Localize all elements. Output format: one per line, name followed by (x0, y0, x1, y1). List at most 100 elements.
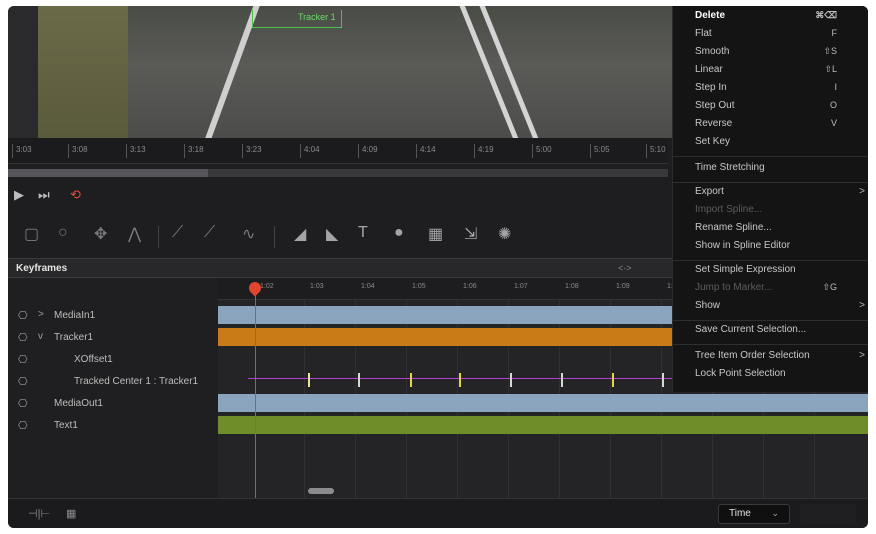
menu-shortcut: ⇧S (823, 46, 837, 56)
keyframe-marker[interactable] (459, 373, 461, 387)
lock-icon[interactable]: ⎔ (18, 397, 28, 410)
select-rect-icon[interactable]: ▢ (24, 224, 39, 244)
tree-item-xoffset1[interactable]: ⎔ XOffset1 (8, 350, 218, 370)
spline-tool-icon[interactable]: ⋀ (128, 224, 141, 244)
spreadsheet-icon[interactable]: ▦ (66, 507, 76, 520)
menu-item-label: Lock Point Selection (695, 368, 786, 379)
keyframes-title: Keyframes (16, 263, 68, 274)
menu-item-set-key[interactable]: Set Key (695, 136, 865, 152)
road-footage (38, 6, 678, 138)
keyframe-out-icon[interactable]: ⟋ (204, 224, 215, 242)
transport-controls: ▶ ⏭ ⟲ (8, 181, 668, 211)
tree-item-tracked-center[interactable]: ⎔ Tracked Center 1 : Tracker1 (8, 372, 218, 392)
menu-item-delete[interactable]: Delete ⌘⌫ (695, 10, 865, 26)
tree-item-mediaout1[interactable]: ⎔ MediaOut1 (8, 394, 218, 414)
ruler-tick: 5:05 (590, 144, 610, 158)
menu-item-time-stretching[interactable]: Time Stretching (695, 162, 865, 178)
keyframe-in-icon[interactable]: ⟋ (172, 224, 183, 242)
menu-item-tree-item-order[interactable]: Tree Item Order Selection > (695, 350, 865, 366)
menu-shortcut: ⇧L (824, 64, 837, 74)
keyframe-marker[interactable] (561, 373, 563, 387)
tree-item-tracker1[interactable]: ⎔ v Tracker1 (8, 328, 218, 348)
keyframe-marker[interactable] (308, 373, 310, 387)
keyframe-marker[interactable] (662, 373, 664, 387)
menu-item-export[interactable]: Export > (695, 186, 865, 202)
tree-item-mediain1[interactable]: ⎔ > MediaIn1 (8, 306, 218, 326)
chevron-right-icon[interactable]: > (38, 309, 44, 320)
tree-item-label: XOffset1 (74, 354, 113, 365)
lock-icon[interactable]: ⎔ (18, 419, 28, 432)
scale-icon[interactable]: ⇲ (464, 224, 477, 244)
menu-item-reverse[interactable]: Reverse V (695, 118, 865, 134)
menu-item-rename-spline[interactable]: Rename Spline... (695, 222, 865, 238)
value-field[interactable] (800, 504, 856, 524)
ruler-tick: 5:10 (646, 144, 666, 158)
menu-shortcut: F (831, 28, 838, 38)
flatten-icon[interactable]: ◢ (294, 224, 306, 244)
move-points-icon[interactable]: ✥ (94, 224, 107, 244)
timeline-tick: 1:08 (565, 283, 579, 290)
time-select-value: Time (729, 508, 751, 519)
menu-item-flat[interactable]: Flat F (695, 28, 865, 44)
toolbar-divider (158, 226, 159, 248)
submenu-arrow-icon: > (859, 300, 865, 311)
menu-separator (673, 182, 868, 183)
viewer-time-ruler[interactable]: 3:03 3:08 3:13 3:18 3:23 4:04 4:09 4:14 … (8, 138, 668, 164)
menu-item-set-simple-expression[interactable]: Set Simple Expression (695, 264, 865, 280)
keyframe-marker[interactable] (410, 373, 412, 387)
bottom-toolbar: ⊣|⊢ ▦ Time ⌄ (8, 498, 868, 528)
menu-item-label: Linear (695, 64, 723, 75)
skip-end-icon[interactable]: ⏭ (38, 187, 50, 203)
tracker-label: Tracker 1 (298, 12, 336, 22)
graph-icon[interactable]: ▦ (428, 224, 443, 244)
bar-mediaout1[interactable] (218, 394, 868, 412)
lock-icon[interactable]: ⎔ (18, 331, 28, 344)
circle-tool-icon[interactable]: ○ (58, 224, 68, 242)
menu-item-save-current-selection[interactable]: Save Current Selection... (695, 324, 865, 340)
menu-item-step-out[interactable]: Step Out O (695, 100, 865, 116)
menu-item-label: Set Simple Expression (695, 264, 796, 275)
chevron-down-icon[interactable]: v (38, 331, 43, 342)
keyframe-tree: ⎔ > MediaIn1 ⎔ v Tracker1 ⎔ XOffset1 ⎔ T… (8, 278, 218, 498)
time-mode-select[interactable]: Time ⌄ (718, 504, 790, 524)
menu-item-lock-point-selection[interactable]: Lock Point Selection (695, 368, 865, 384)
lock-icon[interactable]: ⎔ (18, 375, 28, 388)
menu-item-smooth[interactable]: Smooth ⇧S (695, 46, 865, 62)
tree-item-text1[interactable]: ⎔ Text1 (8, 416, 218, 436)
menu-item-label: Flat (695, 28, 712, 39)
timeline-tick: 1:06 (463, 283, 477, 290)
menu-item-step-in[interactable]: Step In I (695, 82, 865, 98)
menu-item-label: Import Spline... (695, 204, 763, 215)
submenu-arrow-icon: > (859, 186, 865, 197)
nav-arrows-icon[interactable]: <·> (618, 263, 632, 273)
bar-text1[interactable] (218, 416, 868, 434)
lock-icon[interactable]: ⎔ (18, 309, 28, 322)
text-tool-icon[interactable]: T (358, 224, 368, 242)
menu-shortcut: I (834, 82, 837, 92)
timeline-tick: 1:03 (310, 283, 324, 290)
tree-item-label: Tracker1 (54, 332, 94, 343)
ruler-tick: 3:13 (126, 144, 146, 158)
playhead-line[interactable] (255, 284, 256, 498)
lock-icon[interactable]: ⎔ (18, 353, 28, 366)
context-menu: Delete ⌘⌫ Flat F Smooth ⇧S Linear ⇧L Step In… (672, 6, 868, 392)
sun-icon[interactable]: ✺ (498, 224, 511, 244)
menu-item-linear[interactable]: Linear ⇧L (695, 64, 865, 80)
fit-width-icon[interactable]: ⊣|⊢ (28, 507, 50, 520)
loop-icon[interactable]: ⟲ (70, 187, 81, 203)
smooth-curve-icon[interactable]: ◣ (326, 224, 338, 244)
timeline-tick: 1:07 (514, 283, 528, 290)
ruler-tick: 4:19 (474, 144, 494, 158)
keyframe-marker[interactable] (358, 373, 360, 387)
play-icon[interactable]: ▶ (14, 187, 24, 203)
keyframe-marker[interactable] (510, 373, 512, 387)
menu-item-show[interactable]: Show > (695, 300, 865, 316)
scrub-bar[interactable] (8, 169, 668, 177)
horizontal-scrollbar[interactable] (308, 488, 334, 494)
menu-item-import-spline: Import Spline... (695, 204, 865, 220)
keyframe-dot-icon[interactable]: ● (394, 224, 404, 242)
menu-shortcut: O (829, 100, 837, 110)
ease-curve-icon[interactable]: ∿ (242, 224, 255, 244)
keyframe-marker[interactable] (612, 373, 614, 387)
menu-item-show-in-spline-editor[interactable]: Show in Spline Editor (695, 240, 865, 256)
